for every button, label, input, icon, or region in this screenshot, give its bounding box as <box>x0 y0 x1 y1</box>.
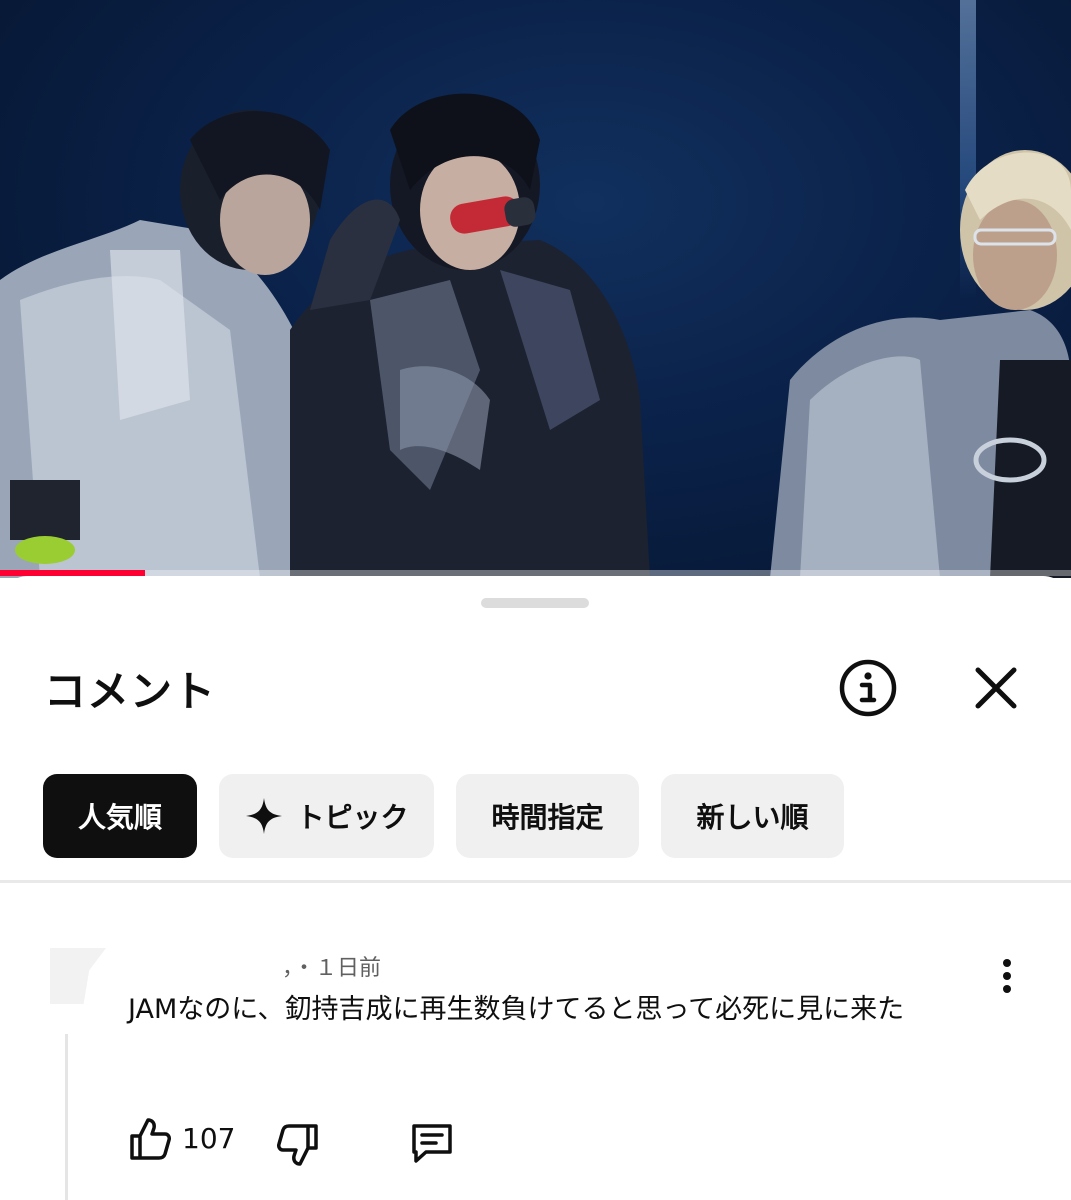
sheet-title: コメント <box>44 667 217 716</box>
comment-meta: ，・１日前 <box>282 956 382 981</box>
reply-icon[interactable] <box>408 1120 456 1166</box>
chip-topics[interactable]: トピック <box>219 774 434 858</box>
video-player[interactable] <box>0 0 1071 578</box>
performer-right <box>770 150 1071 578</box>
thumb-down-icon[interactable] <box>276 1122 320 1168</box>
chip-label: 新しい順 <box>696 801 809 834</box>
thumb-up-icon[interactable] <box>128 1116 172 1162</box>
comments-sheet: コメント 人気順 トピック 時間指定 新しい順 ，・１日前 JAMなのに、釖持吉… <box>0 576 1071 1200</box>
chip-popular[interactable]: 人気順 <box>43 774 197 858</box>
close-icon[interactable] <box>970 662 1022 714</box>
divider <box>0 880 1071 883</box>
thread-line <box>65 1034 68 1200</box>
avatar[interactable] <box>50 948 106 1004</box>
sparkle-icon <box>246 798 283 834</box>
chip-newest[interactable]: 新しい順 <box>661 774 844 858</box>
performer-center <box>290 93 650 578</box>
drag-handle[interactable] <box>481 598 589 608</box>
chip-timestamped[interactable]: 時間指定 <box>456 774 639 858</box>
chip-label: 人気順 <box>77 801 162 834</box>
comment-text: JAMなのに、釖持吉成に再生数負けてると思って必死に見に来た <box>128 994 905 1025</box>
like-count: 107 <box>182 1122 236 1155</box>
info-icon[interactable] <box>838 658 898 718</box>
more-vert-icon[interactable] <box>992 956 1022 996</box>
chip-label: トピック <box>296 801 409 834</box>
chip-label: 時間指定 <box>491 801 604 834</box>
